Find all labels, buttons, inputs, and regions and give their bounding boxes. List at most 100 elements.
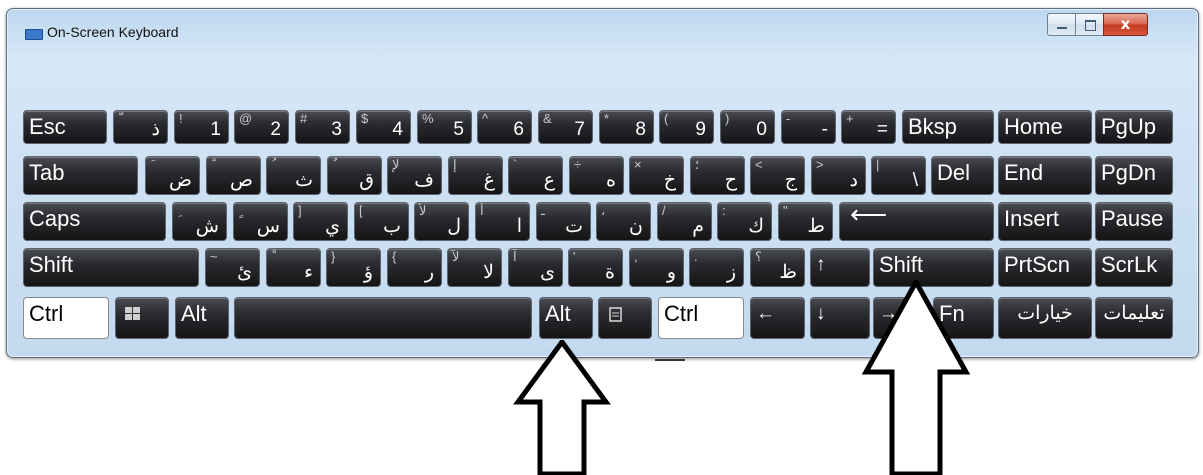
row2-key[interactable]: لإ ف <box>387 156 442 195</box>
key-pgup[interactable]: PgUp <box>1095 110 1173 144</box>
key-alt-right[interactable]: Alt <box>539 297 593 339</box>
key-esc[interactable]: Esc <box>23 110 107 144</box>
row3-key[interactable]: [ب <box>354 202 409 241</box>
key-arrow-left[interactable]: ← <box>750 297 805 339</box>
key-shift-label: ، <box>601 203 606 218</box>
key-pause[interactable]: Pause <box>1095 202 1173 241</box>
row1-key[interactable]: + = <box>841 110 896 144</box>
key-shift-label: } <box>331 249 336 264</box>
row1-key[interactable]: & 7 <box>538 110 593 144</box>
key-main-label: 5 <box>453 119 464 140</box>
row1-key[interactable]: ! 1 <box>174 110 229 144</box>
row4-key[interactable]: ' ة <box>568 248 623 287</box>
row1-key[interactable]: ّذ <box>113 110 168 144</box>
row4-key[interactable]: .ز <box>689 248 744 287</box>
key-scrlk[interactable]: ScrLk <box>1095 248 1173 287</box>
key-label: ScrLk <box>1101 252 1158 277</box>
key-help[interactable]: تعليمات <box>1095 297 1173 339</box>
maximize-button[interactable] <box>1075 13 1104 36</box>
row1-key[interactable]: -- <box>781 110 836 144</box>
row4-key[interactable]: ْء <box>266 248 321 287</box>
key-ctrl-right[interactable]: Ctrl <box>658 297 744 339</box>
key-main-label: ك <box>748 216 764 237</box>
row3-key[interactable]: ٍس <box>233 202 288 241</box>
row2-key[interactable]: ÷ ه <box>569 156 624 195</box>
key-alt-left[interactable]: Alt <box>175 297 229 339</box>
key-label: Caps <box>29 206 81 231</box>
key-shift-label: × <box>634 157 642 172</box>
row2-key[interactable]: | \ <box>871 156 926 195</box>
key-home[interactable]: Home <box>998 110 1092 144</box>
key-insert[interactable]: Insert <box>998 202 1092 241</box>
row2-key[interactable]: > د <box>811 156 866 195</box>
key-label: PgUp <box>1101 114 1157 139</box>
key-label: Esc <box>29 114 66 139</box>
row3-key[interactable]: أا <box>475 202 530 241</box>
row1-key[interactable]: % 5 <box>417 110 472 144</box>
row2-key[interactable]: ُث <box>266 156 321 195</box>
close-button[interactable] <box>1103 13 1148 36</box>
key-main-label: ض <box>169 170 192 191</box>
row3-key[interactable]: / م <box>657 202 712 241</box>
key-backspace[interactable]: Bksp <box>902 110 994 144</box>
key-label: خيارات <box>1017 303 1073 324</box>
key-end[interactable]: End <box>998 156 1092 195</box>
minimize-button[interactable] <box>1047 13 1076 36</box>
row2-key[interactable]: ` ع <box>508 156 563 195</box>
row4-key[interactable]: ؟ ظ <box>750 248 805 287</box>
row3-key[interactable]: ِش <box>172 202 227 241</box>
row4-key[interactable]: ,و <box>629 248 684 287</box>
key-label: Alt <box>181 301 207 326</box>
row3-key[interactable]: ] ي <box>293 202 348 241</box>
row4-key[interactable]: ~ ئ <box>205 248 260 287</box>
row3-key[interactable]: ، ن <box>596 202 651 241</box>
row4-key[interactable]: آى <box>508 248 563 287</box>
row4-key[interactable]: {ر <box>387 248 442 287</box>
key-shift-label: لأ <box>419 203 427 218</box>
key-space[interactable] <box>234 297 532 339</box>
key-pgdn[interactable]: PgDn <box>1095 156 1173 195</box>
row3-key[interactable]: ـت <box>536 202 591 241</box>
key-label: Home <box>1004 114 1063 139</box>
key-shift-label: | <box>876 157 880 172</box>
row4-key[interactable]: } ؤ <box>326 248 381 287</box>
key-prtscn[interactable]: PrtScn <box>998 248 1092 287</box>
key-main-label: د <box>849 170 858 191</box>
row2-key[interactable]: إغ <box>448 156 503 195</box>
row3-key[interactable]: :ك <box>717 202 772 241</box>
row1-key[interactable]: @2 <box>234 110 289 144</box>
row3-key[interactable]: " ط <box>778 202 833 241</box>
key-tab[interactable]: Tab <box>23 156 138 195</box>
row2-key[interactable]: < ج <box>750 156 805 195</box>
row3-key[interactable]: لأ ل <box>414 202 469 241</box>
row1-key[interactable]: ^ 6 <box>477 110 532 144</box>
key-shift-label: * <box>604 111 610 126</box>
key-main-label: ث <box>295 170 313 191</box>
row2-key[interactable]: × خ <box>629 156 684 195</box>
row1-key[interactable]: $4 <box>356 110 411 144</box>
row1-key[interactable]: ) 0 <box>720 110 775 144</box>
key-del[interactable]: Del <box>931 156 994 195</box>
key-shift-label: ] <box>298 203 302 218</box>
key-main-label: ف <box>414 170 434 191</box>
key-main-label: 2 <box>270 119 281 140</box>
row2-key[interactable]: ٌق <box>327 156 382 195</box>
key-shift-label: إ <box>453 157 457 172</box>
row1-key[interactable]: * 8 <box>599 110 654 144</box>
key-caps[interactable]: Caps <box>23 202 166 241</box>
row2-key[interactable]: ًص <box>206 156 261 195</box>
key-shift-label: , <box>634 249 638 264</box>
key-ctrl-left[interactable]: Ctrl <box>23 297 109 339</box>
row1-key[interactable]: (9 <box>659 110 714 144</box>
row4-key[interactable]: لآ لا <box>447 248 502 287</box>
key-shift-left[interactable]: Shift <box>23 248 199 287</box>
key-main-label: 3 <box>331 119 342 140</box>
key-options[interactable]: خيارات <box>998 297 1092 339</box>
key-windows[interactable] <box>115 297 169 339</box>
key-enter[interactable]: ⟵ <box>839 202 994 241</box>
up-arrow-icon: ↑ <box>816 254 826 275</box>
row1-key[interactable]: #3 <box>295 110 350 144</box>
row2-key[interactable]: ؛ ح <box>690 156 745 195</box>
row2-key[interactable]: َض <box>145 156 200 195</box>
key-menu[interactable] <box>598 297 652 339</box>
